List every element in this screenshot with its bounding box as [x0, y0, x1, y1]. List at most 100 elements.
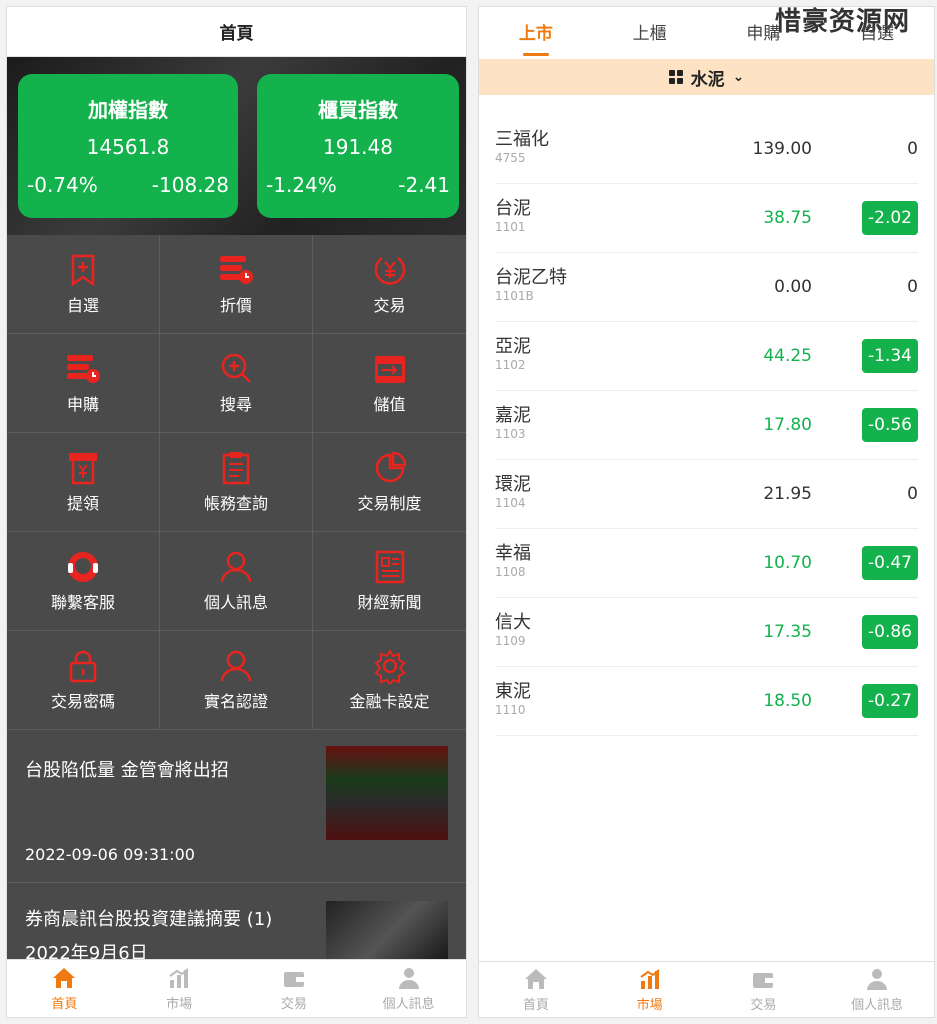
stock-row[interactable]: 三福化 4755 139.00 0 — [495, 115, 918, 184]
stock-price: 0.00 — [774, 277, 812, 297]
tab-otc[interactable]: 上櫃 — [593, 19, 707, 48]
tab-label: 交易 — [750, 997, 777, 1013]
menu-item-search[interactable]: 搜尋 — [160, 334, 313, 433]
home-icon — [524, 968, 547, 989]
stock-price: 44.25 — [763, 346, 812, 366]
menu-item-deposit[interactable]: 儲值 — [313, 334, 466, 433]
menu-item-subscribe[interactable]: 申購 — [7, 334, 160, 433]
stock-name: 台泥 — [495, 198, 531, 219]
stock-change: 0 — [907, 484, 918, 504]
menu-item-trade[interactable]: 交易 — [313, 235, 466, 334]
menu-label: 個人訊息 — [203, 593, 268, 612]
category-label: 水泥 — [690, 69, 725, 90]
menu-item-identity-verify[interactable]: 實名認證 — [160, 631, 313, 730]
index-title: 櫃買指數 — [318, 98, 398, 122]
menu-label: 交易密碼 — [50, 692, 115, 711]
stock-change-badge: -0.86 — [862, 615, 918, 649]
stock-row[interactable]: 嘉泥 1103 17.80 -0.56 — [495, 391, 918, 460]
tab-home[interactable]: 首頁 — [479, 962, 593, 1017]
bar-chart-icon — [640, 968, 660, 989]
tab-label: 市場 — [636, 997, 663, 1013]
subscribe-icon — [67, 355, 100, 383]
tab-profile[interactable]: 個人訊息 — [351, 960, 466, 1017]
stock-row[interactable]: 環泥 1104 21.95 0 — [495, 460, 918, 529]
index-change: -2.41 — [398, 173, 450, 197]
stock-row[interactable]: 台泥乙特 1101B 0.00 0 — [495, 253, 918, 322]
menu-item-profile[interactable]: 個人訊息 — [160, 532, 313, 631]
tab-trade[interactable]: 交易 — [237, 960, 352, 1017]
index-value: 191.48 — [323, 135, 393, 159]
menu-item-trade-password[interactable]: 交易密碼 — [7, 631, 160, 730]
menu-item-customer-service[interactable]: 聯繫客服 — [7, 532, 160, 631]
stock-list: 三福化 4755 139.00 0 台泥 1101 38.75 -2.02 台泥… — [479, 115, 934, 736]
tab-market[interactable]: 市場 — [122, 960, 237, 1017]
stock-price: 17.35 — [763, 622, 812, 642]
stock-row[interactable]: 信大 1109 17.35 -0.86 — [495, 598, 918, 667]
menu-label: 申購 — [66, 395, 99, 414]
menu-item-trading-rules[interactable]: 交易制度 — [313, 433, 466, 532]
clipboard-icon — [222, 452, 250, 485]
tab-label: 首頁 — [51, 996, 78, 1012]
stock-code: 1104 — [495, 496, 526, 510]
news-icon — [375, 550, 404, 584]
menu-item-discount[interactable]: 折價 — [160, 235, 313, 334]
news-item[interactable]: 台股陷低量 金管會將出招 2022-09-06 09:31:00 — [7, 730, 466, 883]
stock-row[interactable]: 幸福 1108 10.70 -0.47 — [495, 529, 918, 598]
stock-code: 1108 — [495, 565, 526, 579]
stock-name: 信大 — [495, 612, 531, 633]
user-icon — [867, 968, 888, 990]
stock-name: 東泥 — [495, 681, 531, 702]
bottom-tabbar: 首頁 市場 交易 個人訊息 — [7, 959, 466, 1017]
news-item[interactable]: 券商晨訊台股投資建議摘要 (1) 2022年9月6日 — [7, 883, 466, 971]
menu-item-bank-card[interactable]: 金融卡設定 — [313, 631, 466, 730]
bottom-tabbar: 首頁 市場 交易 個人訊息 — [479, 961, 934, 1017]
bookmark-icon — [71, 254, 95, 287]
menu-item-watchlist[interactable]: 自選 — [7, 235, 160, 334]
withdraw-icon — [69, 453, 97, 485]
stock-change-badge: -0.27 — [862, 684, 918, 718]
index-value: 14561.8 — [86, 135, 170, 159]
lock-icon — [69, 650, 97, 683]
index-card-otc[interactable]: 櫃買指數 191.48 -1.24% -2.41 — [257, 74, 459, 218]
menu-item-finance-news[interactable]: 財經新聞 — [313, 532, 466, 631]
headset-icon — [68, 552, 98, 582]
index-card-taiex[interactable]: 加權指數 14561.8 -0.74% -108.28 — [18, 74, 238, 218]
user-icon — [220, 650, 252, 682]
stock-name: 嘉泥 — [495, 405, 531, 426]
user-icon — [398, 967, 419, 989]
tab-watchlist[interactable]: 自選 — [820, 19, 934, 48]
stock-code: 1109 — [495, 634, 526, 648]
menu-label: 提領 — [66, 494, 99, 513]
category-selector[interactable]: 水泥 ⌄ — [479, 59, 934, 95]
wallet-icon — [374, 356, 405, 383]
tab-label: 交易 — [280, 996, 307, 1012]
menu-label: 儲值 — [373, 395, 406, 414]
tab-label: 首頁 — [522, 997, 549, 1013]
market-screen: 惜豪资源网 上市 上櫃 申購 自選 水泥 ⌄ 三福化 4755 139.00 0… — [478, 6, 935, 1018]
stock-row[interactable]: 亞泥 1102 44.25 -1.34 — [495, 322, 918, 391]
home-icon — [53, 967, 76, 988]
index-title: 加權指數 — [88, 98, 168, 122]
app-screens: 首頁 加權指數 14561.8 -0.74% -108.28 櫃買指數 191.… — [0, 0, 937, 1024]
tab-subscribe[interactable]: 申購 — [707, 19, 821, 48]
stock-price: 38.75 — [763, 208, 812, 228]
pie-chart-icon — [375, 451, 406, 483]
stock-code: 1110 — [495, 703, 526, 717]
tab-profile[interactable]: 個人訊息 — [820, 962, 934, 1017]
tab-listed[interactable]: 上市 — [479, 19, 593, 48]
index-percent: -0.74% — [27, 173, 98, 197]
tab-home[interactable]: 首頁 — [7, 960, 122, 1017]
search-icon — [221, 353, 251, 383]
menu-item-account-query[interactable]: 帳務查詢 — [160, 433, 313, 532]
menu-label: 自選 — [66, 296, 99, 315]
stock-price: 139.00 — [752, 139, 812, 159]
tab-trade[interactable]: 交易 — [707, 962, 821, 1017]
stock-row[interactable]: 台泥 1101 38.75 -2.02 — [495, 184, 918, 253]
menu-item-withdraw[interactable]: 提領 — [7, 433, 160, 532]
stock-change-badge: -0.47 — [862, 546, 918, 580]
tab-market[interactable]: 市場 — [593, 962, 707, 1017]
feature-menu: 自選 折價 交易 申購 搜尋 儲值 提領 帳務查詢 交易制度 聯繫客服 個人訊息… — [7, 235, 466, 730]
stock-price: 10.70 — [763, 553, 812, 573]
stock-row[interactable]: 東泥 1110 18.50 -0.27 — [495, 667, 918, 736]
stock-change-badge: -1.34 — [862, 339, 918, 373]
